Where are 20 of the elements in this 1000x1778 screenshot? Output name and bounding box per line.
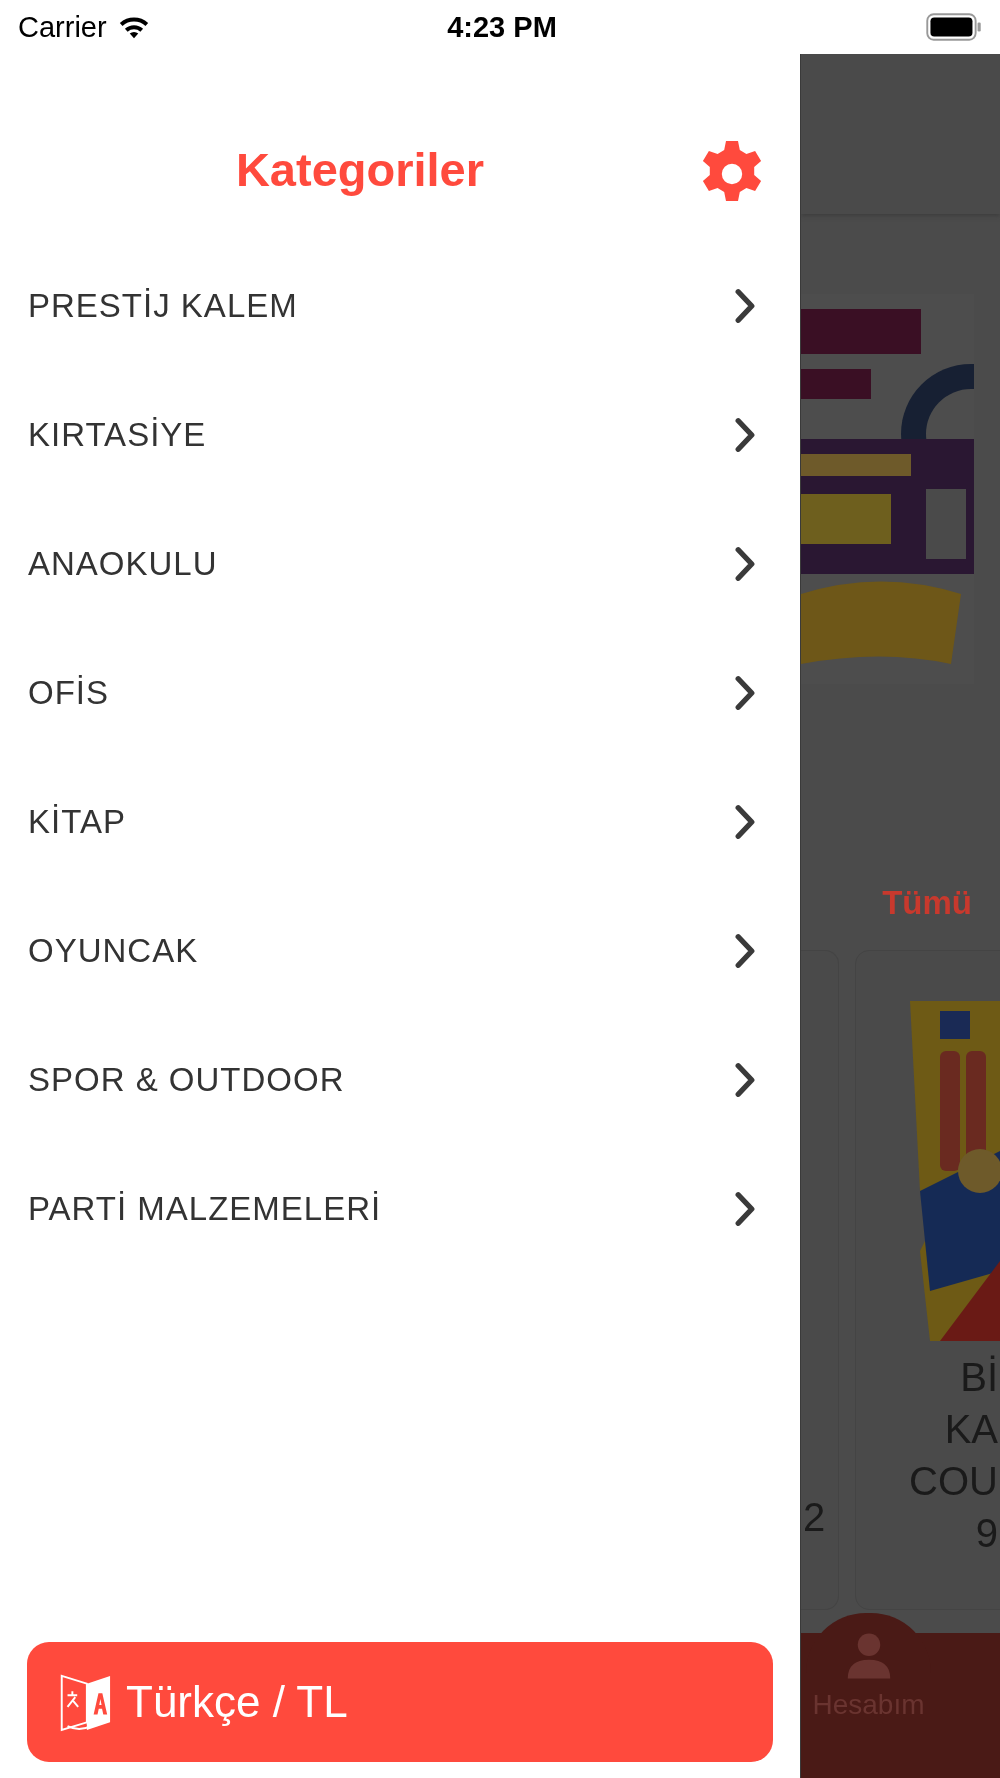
category-item[interactable]: OYUNCAK	[0, 886, 800, 1015]
drawer-title: Kategoriler	[235, 142, 485, 197]
chevron-right-icon	[734, 674, 756, 711]
category-item[interactable]: ANAOKULU	[0, 499, 800, 628]
category-item[interactable]: PRESTİJ KALEM	[0, 241, 800, 370]
chevron-right-icon	[734, 1190, 756, 1227]
carrier-label: Carrier	[18, 10, 107, 44]
category-item[interactable]: PARTİ MALZEMELERİ	[0, 1144, 800, 1273]
category-item[interactable]: KIRTASİYE	[0, 370, 800, 499]
category-item[interactable]: KİTAP	[0, 757, 800, 886]
chevron-right-icon	[734, 416, 756, 453]
chevron-right-icon	[734, 803, 756, 840]
chevron-right-icon	[734, 932, 756, 969]
category-item[interactable]: SPOR & OUTDOOR	[0, 1015, 800, 1144]
battery-icon	[926, 13, 982, 41]
clock-time: 4:23 PM	[447, 10, 557, 44]
category-item[interactable]: OFİS	[0, 628, 800, 757]
chevron-right-icon	[734, 545, 756, 582]
chevron-right-icon	[734, 287, 756, 324]
chevron-right-icon	[734, 1061, 756, 1098]
